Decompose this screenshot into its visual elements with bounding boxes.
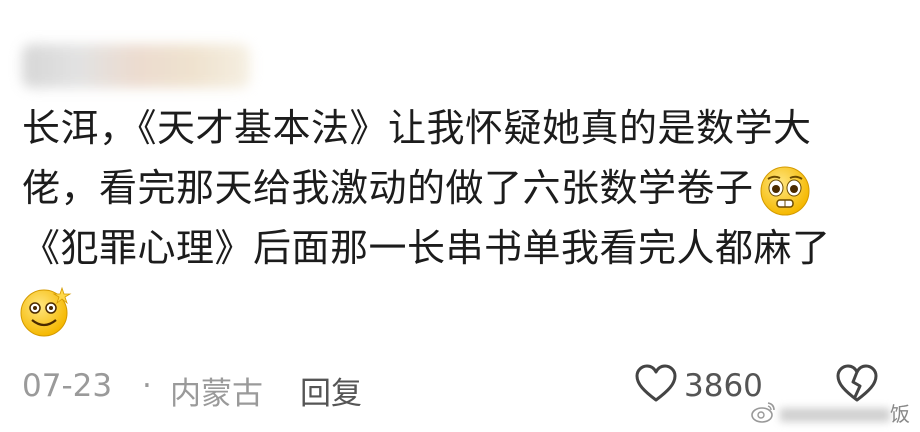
comment-line-2: 佬，看完那天给我激动的做了六张数学卷子 — [22, 160, 902, 220]
watermark-char: 饭 — [890, 402, 910, 426]
comment-line-2-text: 佬，看完那天给我激动的做了六张数学卷子 — [22, 166, 754, 210]
comment-line-3: 《犯罪心理》后面那一长串书单我看完人都麻了 — [22, 226, 831, 270]
comment-date: 07-23 — [22, 368, 113, 404]
comment-line-1: 长洱，《天才基本法》让我怀疑她真的是数学大 — [22, 106, 812, 150]
comment-location: 内蒙古 — [170, 376, 263, 412]
watermark-username-blurred — [780, 408, 890, 422]
weibo-watermark: 饭 — [740, 398, 920, 428]
reply-button[interactable]: 回复 — [300, 368, 362, 413]
weibo-logo-icon — [751, 402, 775, 423]
dizzy-smile-emoji-icon — [20, 286, 72, 336]
comment-text: 长洱，《天才基本法》让我怀疑她真的是数学大 佬，看完那天给我激动的做了六张数学卷… — [20, 100, 902, 340]
heart-icon — [635, 364, 677, 402]
comment-line-4 — [20, 280, 902, 340]
separator-dot: · — [142, 368, 152, 404]
pleading-face-emoji-icon — [760, 166, 810, 215]
username-blurred[interactable] — [22, 44, 250, 88]
